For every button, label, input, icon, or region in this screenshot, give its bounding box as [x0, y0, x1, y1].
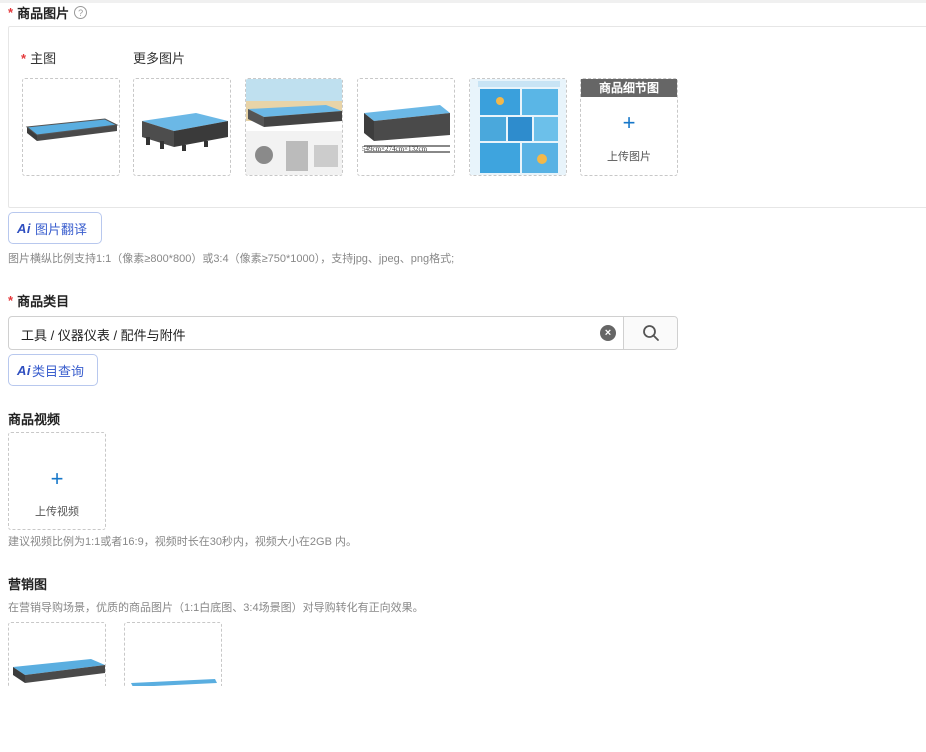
ai-logo-icon: Ai: [17, 362, 31, 378]
search-button[interactable]: [623, 317, 677, 349]
image-hint: 图片横纵比例支持1:1（像素≥800*800）或3:4（像素≥750*1000）…: [8, 253, 455, 265]
ai-category-query-label: 类目查询: [32, 363, 85, 379]
detail-image-tag: 商品细节图: [581, 79, 677, 97]
pool-image: [131, 679, 217, 686]
top-divider: [0, 0, 926, 3]
category-label: * 商品类目: [8, 291, 69, 310]
main-image-label: * 主图: [21, 48, 56, 67]
plus-icon: +: [622, 110, 636, 135]
ai-image-translate-button[interactable]: Ai 图片翻译: [8, 212, 102, 244]
product-images-label: * 商品图片 ?: [8, 3, 88, 22]
plus-icon: +: [50, 466, 64, 491]
upload-video-text: 上传视频: [35, 506, 79, 518]
dims-caption: 549cm×274cm×132cm: [362, 145, 428, 153]
ai-logo-icon: Ai: [17, 220, 31, 236]
more-image-thumb-3[interactable]: 549cm×274cm×132cm: [357, 78, 455, 176]
pool-accessories-image: [246, 79, 342, 175]
pool-image: [142, 113, 228, 151]
product-images-title: 商品图片: [17, 6, 70, 21]
required-mark: *: [8, 5, 14, 20]
video-hint: 建议视频比例为1:1或者16:9，视频时长在30秒内，视频大小在2GB 内。: [8, 536, 358, 548]
required-mark: *: [8, 293, 14, 308]
category-field[interactable]: 工具 / 仪器仪表 / 配件与附件 ×: [8, 316, 678, 350]
marketing-image-scene[interactable]: [124, 622, 222, 686]
clear-icon[interactable]: ×: [600, 325, 616, 341]
required-mark: *: [21, 51, 27, 66]
more-image-thumb-1[interactable]: [133, 78, 231, 176]
pool-image: [25, 118, 119, 141]
ai-image-translate-label: 图片翻译: [35, 221, 88, 237]
pool-dimensions-image: [364, 105, 450, 153]
video-upload[interactable]: + 上传视频: [8, 432, 106, 530]
marketing-hint: 在营销导购场景，优质的商品图片（1:1白底图、3:4场景图）对导购转化有正向效果…: [8, 602, 424, 614]
more-image-thumb-2[interactable]: [245, 78, 343, 176]
detail-image-upload[interactable]: 商品细节图 + 上传图片: [580, 78, 678, 176]
upload-image-text: 上传图片: [607, 151, 651, 163]
ai-category-query-button[interactable]: Ai 类目查询: [8, 354, 98, 386]
marketing-label: 营销图: [8, 577, 48, 592]
category-value: 工具 / 仪器仪表 / 配件与附件: [21, 328, 186, 343]
help-icon[interactable]: ?: [74, 6, 88, 19]
main-image-text: 主图: [30, 51, 57, 66]
video-label: 商品视频: [8, 412, 61, 427]
pool-image: [13, 659, 105, 683]
more-images-label: 更多图片: [133, 51, 186, 66]
more-image-thumb-4[interactable]: [469, 78, 567, 176]
category-title: 商品类目: [17, 294, 70, 309]
marketing-image-square[interactable]: [8, 622, 106, 686]
main-image-thumb[interactable]: [22, 78, 120, 176]
search-icon: [642, 325, 659, 341]
pool-collage-image: [470, 79, 566, 175]
